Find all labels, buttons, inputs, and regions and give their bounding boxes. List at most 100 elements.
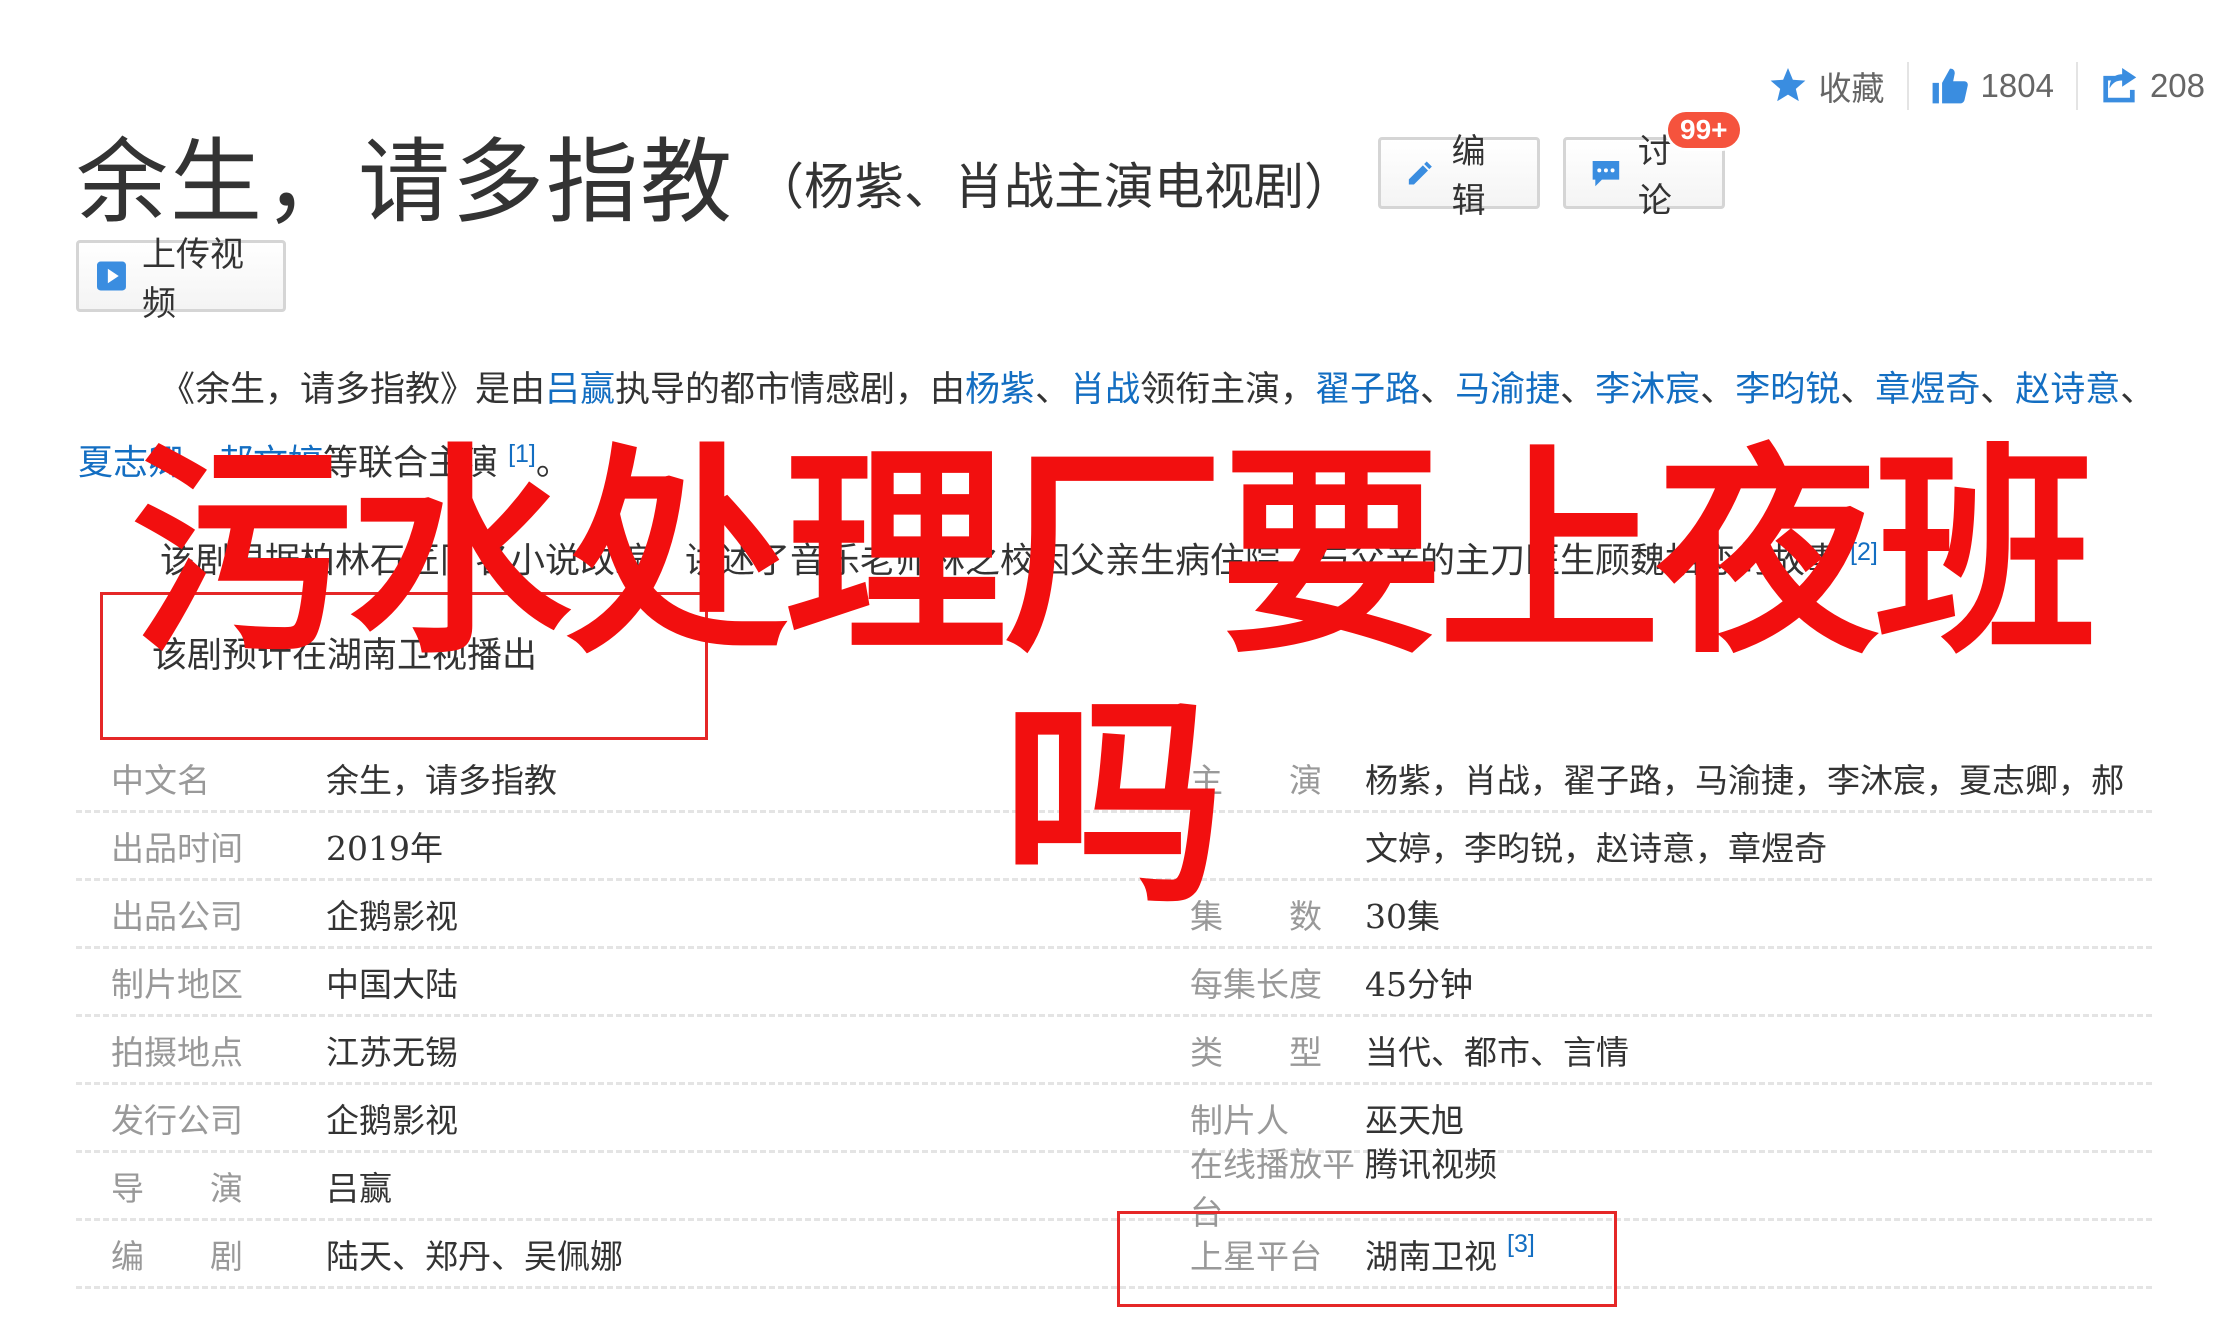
edit-button[interactable]: 编辑 [1378,132,1540,221]
info-row: 编 剧陆天、郑丹、吴佩娜 上星平台 湖南卫视 [3] [76,1221,2152,1289]
info-cell-left: 制片地区 中国大陆 [76,958,1115,1006]
info-label: 每集长度 [1190,964,1322,1004]
text: 《余生，请多指教》是由 [160,370,546,410]
text: 该剧根据柏林石匠同名小说改编，讲述了音乐老师林之校因父亲生病住院，与父亲的主刀医… [160,541,1841,582]
info-value: 杨紫，肖战，翟子路，马渝捷，李沐宸，夏志卿，郝 [1365,760,2124,800]
basic-info-table: 中文名 余生，请多指教 主 演 杨紫，肖战，翟子路，马渝捷，李沐宸，夏志卿，郝出品时间… [76,745,2152,1289]
info-cell-right: 制片人 巫天旭 [1115,1094,2152,1142]
info-value: 江苏无锡 [326,1032,458,1072]
link-actor[interactable]: 章煜奇 [1875,370,1980,410]
share-count: 208 [2149,67,2205,104]
star-icon [1770,68,1805,102]
text: 执导的都市情感剧，由 [615,370,966,410]
reference-link[interactable]: [2] [1850,538,1878,566]
text: 领衔主演， [1140,370,1316,410]
info-cell-right: 类 型 当代、都市、言情 [1115,1026,2152,1074]
info-label: 发行公司 [111,1100,243,1140]
favorite-label: 收藏 [1818,70,1885,107]
info-row: 导 演吕赢 在线播放平台 腾讯视频 [76,1145,2152,1232]
info-cell-left: 拍摄地点 江苏无锡 [76,1026,1115,1074]
info-label [1115,822,1365,870]
like-count: 1804 [1980,67,2054,104]
info-value: 中国大陆 [326,964,458,1004]
discuss-count-badge: 99+ [1665,109,1743,151]
info-label: 中文名 [111,760,210,800]
highlight-box [100,592,708,740]
info-cell-right: 主 演 杨紫，肖战，翟子路，马渝捷，李沐宸，夏志卿，郝 [1115,754,2152,802]
info-label: 集 数 [1190,896,1322,936]
info-value: 当代、都市、言情 [1365,1032,1629,1072]
text: 、 [1700,370,1736,410]
info-value: 30集 [1365,896,1440,936]
title-row: 余生，请多指教 （杨紫、肖战主演电视剧） [76,108,1354,241]
text: 、 [1560,370,1596,410]
info-label: 出品公司 [111,896,243,936]
page-title: 余生，请多指教 [76,129,735,236]
info-value: 巫天旭 [1365,1100,1464,1140]
highlight-box [1117,1211,1617,1307]
like-button[interactable]: 1804 [1931,62,2054,110]
info-label: 制片地区 [111,964,243,1004]
text: 、 [1035,370,1071,410]
link-director[interactable]: 吕赢 [545,370,615,410]
favorite-button[interactable]: 收藏 [1769,62,1885,110]
link-actor[interactable]: 杨紫 [965,370,1035,410]
edit-label: 编辑 [1451,132,1486,221]
link-actor[interactable]: 夏志卿 [78,444,183,484]
link-actor[interactable]: 郝文婷 [218,444,323,484]
info-row: 拍摄地点 江苏无锡 类 型 当代、都市、言情 [76,1017,2152,1085]
info-label: 制片人 [1190,1100,1289,1140]
info-cell-right: 集 数 30集 [1115,890,2152,938]
info-value: 余生，请多指教 [326,760,557,800]
text: 等联合主演 [323,443,499,484]
info-cell-right: 文婷，李昀锐，赵诗意，章煜奇 [1115,822,2152,870]
info-cell-right: 每集长度 45分钟 [1115,958,2152,1006]
info-label: 出品时间 [111,828,243,868]
info-value: 2019年 [326,828,443,868]
text: 、 [1980,370,2016,410]
info-cell-left: 中文名 余生，请多指教 [76,754,1115,802]
action-bar: 收藏 1804 208 [1769,62,2205,110]
info-label: 拍摄地点 [111,1032,243,1072]
info-value: 吕赢 [326,1168,392,1208]
reference-link[interactable]: [1] [508,440,536,468]
info-cell-left: 出品时间 2019年 [76,822,1115,870]
info-value: 陆天、郑丹、吴佩娜 [326,1236,623,1276]
chat-icon [1592,161,1620,187]
text: 、 [2120,370,2156,410]
upload-label: 上传视频 [141,235,244,324]
summary-paragraph: 《余生，请多指教》是由吕赢执导的都市情感剧，由杨紫、肖战领衔主演，翟子路、马渝捷… [78,358,2158,496]
info-value: 企鹅影视 [326,896,458,936]
share-icon [2103,68,2137,103]
link-actor[interactable]: 赵诗意 [2015,370,2120,410]
link-actor[interactable]: 肖战 [1070,370,1140,410]
link-actor[interactable]: 李沐宸 [1595,370,1700,410]
info-cell-left: 出品公司 企鹅影视 [76,890,1115,938]
info-row: 出品时间 2019年 文婷，李昀锐，赵诗意，章煜奇 [76,813,2152,881]
divider [1906,62,1909,110]
link-actor[interactable]: 马渝捷 [1455,370,1560,410]
info-row: 出品公司 企鹅影视 集 数 30集 [76,881,2152,949]
link-actor[interactable]: 翟子路 [1315,370,1420,410]
info-value: 45分钟 [1365,964,1473,1004]
info-label: 导 演 [111,1168,243,1208]
link-actor[interactable]: 李昀锐 [1735,370,1840,410]
text: 、 [183,443,219,484]
text: 、 [1840,370,1876,410]
info-label: 主 演 [1190,760,1322,800]
share-button[interactable]: 208 [2100,62,2205,110]
divider [2075,62,2078,110]
thumbs-up-icon [1932,68,1968,104]
info-cell-left: 编 剧 陆天、郑丹、吴佩娜 [76,1230,1115,1278]
upload-video-button[interactable]: 上传视频 [76,235,286,324]
info-label: 类 型 [1190,1032,1322,1072]
info-row: 制片地区 中国大陆 每集长度 45分钟 [76,949,2152,1017]
info-cell-left: 导 演 吕赢 [76,1162,1115,1210]
text: 、 [1420,370,1456,410]
video-play-icon [97,261,126,291]
info-cell-left: 发行公司 企鹅影视 [76,1094,1115,1142]
info-label: 编 剧 [111,1236,243,1276]
info-value: 文婷，李昀锐，赵诗意，章煜奇 [1365,828,1827,868]
text: 。 [535,443,571,484]
page-subtitle: （杨紫、肖战主演电视剧） [754,157,1355,216]
